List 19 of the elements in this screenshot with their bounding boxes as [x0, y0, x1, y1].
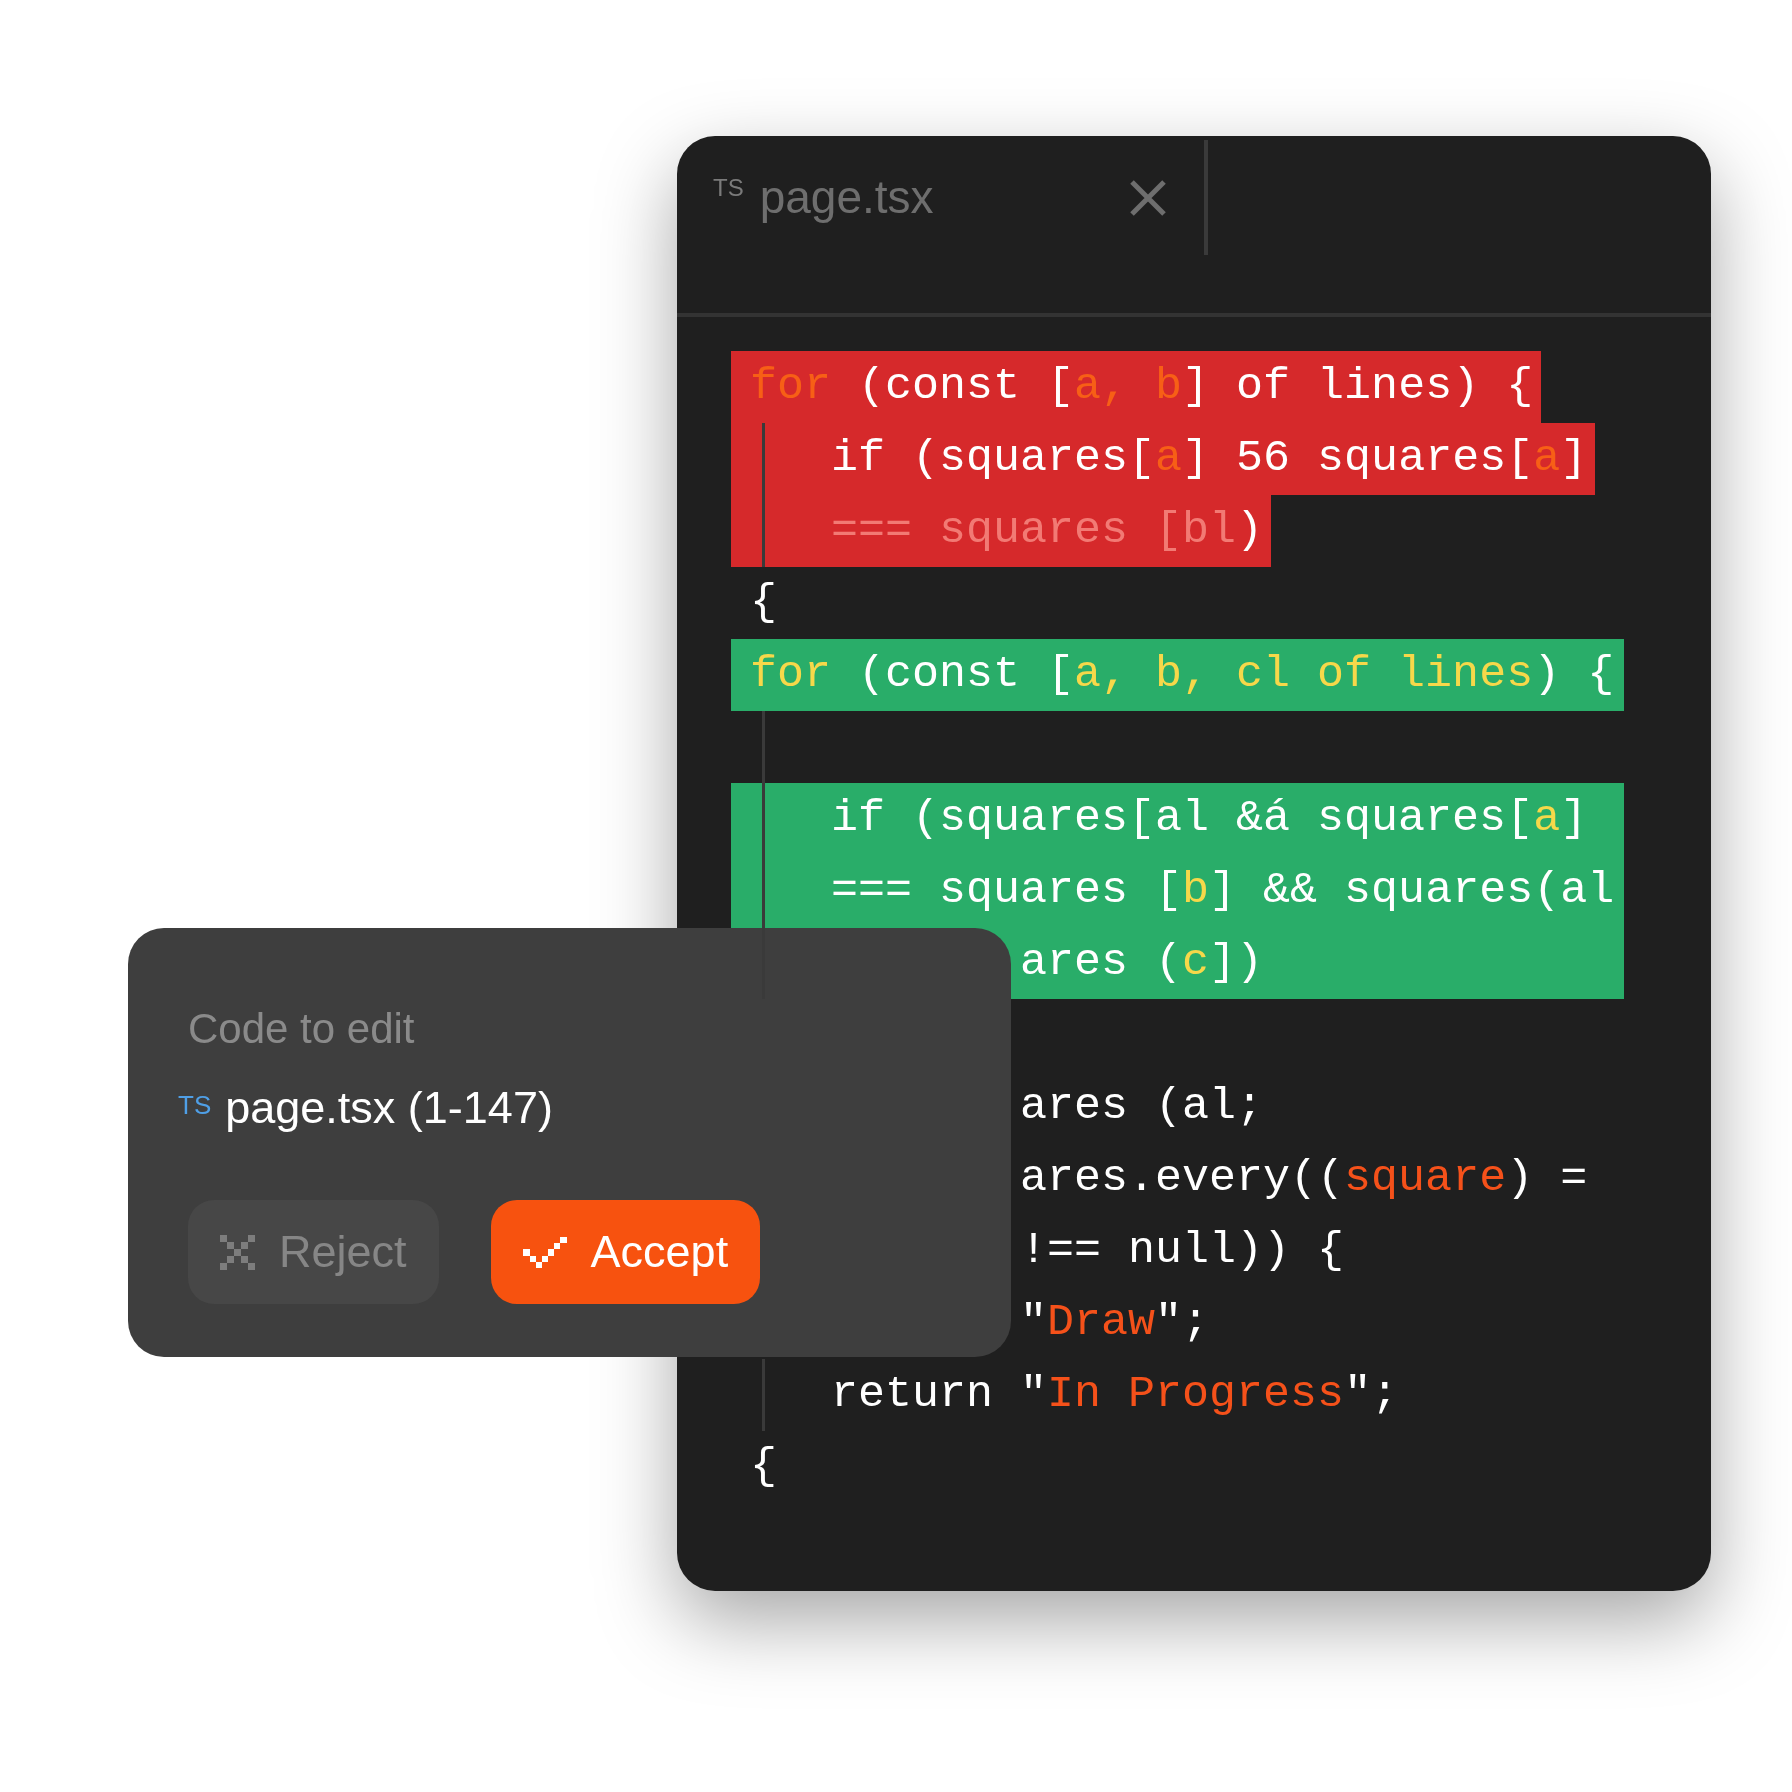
popup-title: Code to edit: [188, 1004, 415, 1054]
tab-title: page.tsx: [759, 170, 934, 225]
check-icon: [522, 1236, 567, 1268]
close-icon: [220, 1234, 255, 1270]
code-line: "Draw";: [1019, 1296, 1210, 1351]
code-line: ares (al;: [1019, 1080, 1264, 1135]
code-line: !== null)) {: [1019, 1224, 1345, 1279]
close-icon: [1130, 179, 1166, 216]
code-line: ares.every((square) =: [1019, 1152, 1588, 1207]
accept-button[interactable]: Accept: [490, 1200, 761, 1304]
file-type-label: TS: [178, 1089, 212, 1122]
file-reference: page.tsx (1-147): [225, 1081, 553, 1135]
code-line: return "In Progress";: [830, 1368, 1399, 1423]
code-line: {: [749, 1440, 777, 1495]
code-line: {: [749, 576, 777, 631]
reject-button[interactable]: Reject: [188, 1200, 439, 1304]
file-tab[interactable]: TS page.tsx: [677, 140, 1208, 255]
close-button[interactable]: [1128, 177, 1168, 218]
file-type-label: TS: [713, 173, 744, 203]
